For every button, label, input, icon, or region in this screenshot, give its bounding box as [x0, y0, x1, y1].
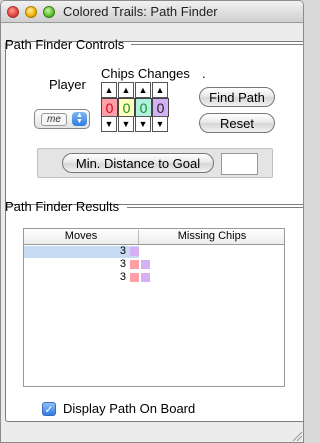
chip-2-down-button[interactable]: ▼: [118, 116, 134, 132]
missing-chip-swatch: [141, 273, 150, 282]
chips-changes-label: Chips Changes: [101, 66, 190, 81]
close-window-button[interactable]: [7, 6, 19, 18]
table-row[interactable]: 3: [24, 245, 284, 258]
minimize-window-button[interactable]: [25, 6, 37, 18]
moves-column-header[interactable]: Moves: [24, 230, 139, 244]
path-finder-window: Colored Trails: Path Finder Path Finder …: [0, 0, 304, 443]
chip-4-value: 0: [152, 98, 169, 117]
player-value: me: [41, 113, 67, 126]
missing-chip-swatch: [141, 260, 150, 269]
find-path-button[interactable]: Find Path: [199, 87, 275, 107]
controls-group-border: [131, 44, 303, 45]
results-table[interactable]: Moves Missing Chips 3 3 3: [23, 228, 285, 387]
min-distance-field[interactable]: [221, 153, 258, 175]
window-title: Colored Trails: Path Finder: [63, 4, 218, 19]
zoom-window-button[interactable]: [43, 6, 55, 18]
resize-grip-icon[interactable]: [291, 430, 303, 442]
display-path-checkbox[interactable]: ✓: [42, 402, 56, 416]
chip-4-up-button[interactable]: ▲: [152, 82, 168, 98]
moves-cell: 3: [119, 258, 126, 270]
results-group-title: Path Finder Results: [5, 199, 120, 214]
missing-chip-swatch: [130, 273, 139, 282]
player-select[interactable]: me ▲ ▼: [34, 109, 90, 129]
chip-3-up-button[interactable]: ▲: [135, 82, 151, 98]
missing-chips-column-header[interactable]: Missing Chips: [140, 230, 284, 242]
min-distance-button[interactable]: Min. Distance to Goal: [62, 153, 214, 173]
chip-2-value: 0: [118, 98, 135, 117]
results-group-border: [127, 207, 303, 208]
table-header: Moves Missing Chips: [24, 229, 284, 245]
chip-2-up-button[interactable]: ▲: [118, 82, 134, 98]
table-row[interactable]: 3: [24, 271, 284, 284]
chip-1-value: 0: [101, 98, 118, 117]
reset-button[interactable]: Reset: [199, 113, 275, 133]
chip-4-down-button[interactable]: ▼: [152, 116, 168, 132]
missing-chip-swatch: [130, 247, 139, 256]
controls-group-title: Path Finder Controls: [5, 37, 125, 52]
min-distance-panel: Min. Distance to Goal: [37, 148, 273, 178]
moves-cell: 3: [119, 245, 126, 257]
chip-3-value: 0: [135, 98, 152, 117]
player-label: Player: [49, 77, 86, 92]
chip-1-up-button[interactable]: ▲: [101, 82, 117, 98]
moves-cell: 3: [119, 271, 126, 283]
title-bar[interactable]: Colored Trails: Path Finder: [1, 1, 303, 23]
table-row[interactable]: 3: [24, 258, 284, 271]
missing-chip-swatch: [130, 260, 139, 269]
chips-changes-dot: .: [202, 66, 206, 81]
display-path-label[interactable]: Display Path On Board: [63, 401, 195, 416]
chip-1-down-button[interactable]: ▼: [101, 116, 117, 132]
player-select-arrows-icon[interactable]: ▲ ▼: [72, 112, 87, 126]
chip-3-down-button[interactable]: ▼: [135, 116, 151, 132]
window-content: Path Finder Controls Player Chips Change…: [1, 24, 303, 442]
